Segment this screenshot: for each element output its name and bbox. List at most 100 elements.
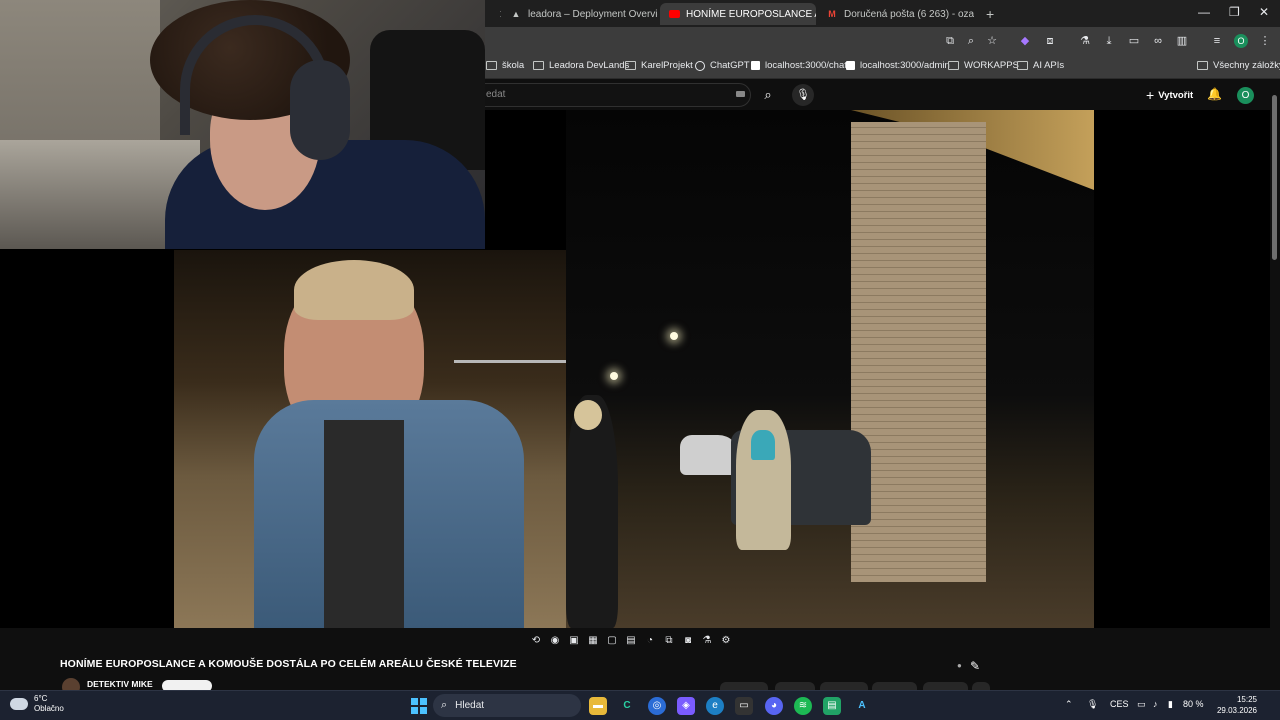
folder-icon	[948, 61, 959, 70]
tab-label: leadora – Deployment Overview	[528, 8, 658, 20]
copilot-icon[interactable]: C	[618, 697, 636, 715]
edit-pencil-icon[interactable]: ✎	[970, 659, 980, 673]
street-lamp	[670, 332, 678, 340]
channel-name[interactable]: DETEKTIV MIKE	[87, 679, 153, 689]
bookmark-star-icon[interactable]: ☆	[985, 34, 999, 48]
railing	[454, 360, 566, 363]
folder-icon	[533, 61, 544, 70]
app-green-icon[interactable]: ▤	[823, 697, 841, 715]
clapper-icon[interactable]: ▦	[587, 635, 599, 647]
extension-diamond-icon[interactable]: ◆	[1018, 34, 1032, 48]
tab-gmail[interactable]: M Doručená pošta (6 263) - ozaig ✕	[818, 3, 974, 25]
monitor-icon[interactable]: ▭	[1137, 699, 1146, 710]
pip-icon[interactable]: ⧉	[663, 635, 675, 647]
link-icon[interactable]: ∞	[1151, 34, 1165, 48]
folder-icon	[1017, 61, 1028, 70]
speed-icon[interactable]: ◔	[644, 635, 656, 647]
create-button[interactable]: + Vytvořit	[1146, 87, 1193, 103]
app-icon[interactable]: ◈	[677, 697, 695, 715]
window-icon[interactable]: ▤	[625, 635, 637, 647]
spotify-icon[interactable]: ≋	[794, 697, 812, 715]
bookmark-skola[interactable]: škola	[486, 60, 524, 71]
side-panel-icon[interactable]: ▥	[1175, 34, 1189, 48]
media-queue-icon[interactable]: ≡	[1210, 34, 1224, 48]
search-button[interactable]: ⌕	[755, 83, 781, 107]
zoom-icon[interactable]: ⌕	[964, 34, 978, 48]
menu-dots-icon[interactable]: ⋮	[1258, 34, 1272, 48]
video-frame-left	[174, 250, 566, 628]
bookmark-label: ChatGPT	[710, 60, 750, 71]
tab-leadora[interactable]: ▲ leadora – Deployment Overview ✕	[502, 3, 658, 25]
all-bookmarks[interactable]: Všechny záložky	[1197, 60, 1280, 71]
bookmark-label: AI APIs	[1033, 60, 1065, 71]
app-a-icon[interactable]: A	[853, 697, 871, 715]
mic-icon: 🎙	[796, 89, 810, 101]
dark-shirt	[324, 420, 404, 628]
loop-icon[interactable]: ⟲	[530, 635, 542, 647]
download-icon[interactable]: ⤓	[1102, 34, 1116, 48]
mic-icon[interactable]: 🎙	[1087, 699, 1098, 710]
screenshot-icon[interactable]: ⧉	[943, 34, 957, 48]
edge-icon[interactable]: e	[706, 697, 724, 715]
close-icon[interactable]: ✕	[493, 8, 501, 21]
backpack	[751, 430, 775, 460]
bookmark-workapps[interactable]: WORKAPPS	[948, 60, 1019, 71]
taskbar-search-label: Hledat	[455, 700, 485, 711]
create-label: Vytvořit	[1158, 89, 1194, 101]
battery-percent[interactable]: 80 %	[1183, 699, 1204, 709]
scrollbar-thumb[interactable]	[1272, 95, 1277, 260]
tab-label: HONÍME EUROPOSLANCE A	[686, 8, 816, 20]
gear-icon[interactable]: ⚙	[720, 635, 732, 647]
voice-search-button[interactable]: 🎙	[792, 84, 814, 106]
volume-icon[interactable]: ♪	[1153, 699, 1158, 709]
keyboard-icon[interactable]	[736, 91, 745, 97]
cast-icon[interactable]: ▭	[1127, 34, 1141, 48]
bookmark-localhost-admin[interactable]: localhost:3000/admin	[846, 60, 950, 71]
youtube-avatar[interactable]: O	[1237, 87, 1254, 104]
bookmark-localhost-chat[interactable]: localhost:3000/chat	[751, 60, 847, 71]
tab-overflow-close[interactable]: ✕	[485, 3, 501, 25]
bookmark-label: Leadora DevLands	[549, 60, 630, 71]
vercel-icon: ▲	[511, 9, 521, 19]
gmail-icon: M	[828, 9, 836, 19]
extensions-puzzle-icon[interactable]: ⧈	[1043, 34, 1057, 48]
close-window-icon[interactable]: ✕	[1259, 5, 1269, 19]
bookmark-label: localhost:3000/admin	[860, 60, 950, 71]
terminal-icon[interactable]: ▭	[735, 697, 753, 715]
tab-youtube-video[interactable]: HONÍME EUROPOSLANCE A 🔊 ✕	[660, 3, 816, 25]
profile-avatar[interactable]: O	[1234, 34, 1248, 48]
frame-icon[interactable]: ▢	[606, 635, 618, 647]
status-dot-icon: ●	[957, 661, 962, 670]
folder-icon	[625, 61, 636, 70]
man-hair	[294, 260, 414, 320]
bookmark-leadora-devlands[interactable]: Leadora DevLands	[533, 60, 629, 71]
broadcast-icon[interactable]: ◉	[549, 635, 561, 647]
flask-icon[interactable]: ⚗	[701, 635, 713, 647]
folder-icon	[486, 61, 497, 70]
new-tab-button[interactable]: +	[978, 3, 998, 25]
video-frame-right	[566, 110, 1094, 628]
notifications-bell-icon[interactable]: 🔔	[1207, 87, 1222, 101]
restore-icon[interactable]: ❐	[1229, 5, 1240, 19]
language-indicator[interactable]: CES	[1110, 699, 1129, 709]
screenshot-icon[interactable]: ◙	[682, 635, 694, 647]
chrome-icon[interactable]: ◎	[648, 697, 666, 715]
bookmark-chatgpt[interactable]: ChatGPT	[695, 60, 750, 71]
start-button[interactable]	[411, 698, 427, 714]
camera-icon[interactable]: ▣	[568, 635, 580, 647]
bookmark-label: KarelProjekt	[641, 60, 693, 71]
minimize-icon[interactable]: —	[1198, 5, 1210, 19]
bookmark-karelprojekt[interactable]: KarelProjekt	[625, 60, 693, 71]
system-clock[interactable]: 15:25 29.03.2026	[1215, 694, 1257, 716]
weather-desc: Oblačno	[34, 704, 64, 713]
taskbar-search[interactable]: ⌕ Hledat	[433, 694, 581, 717]
weather-widget[interactable]: 6°C Oblačno	[10, 694, 64, 714]
chevron-up-icon[interactable]: ⌃	[1065, 699, 1073, 710]
battery-icon[interactable]: ▮	[1168, 699, 1173, 710]
discord-icon[interactable]: ◕	[765, 697, 783, 715]
bookmark-ai-apis[interactable]: AI APIs	[1017, 60, 1064, 71]
file-explorer-icon[interactable]: ▬	[589, 697, 607, 715]
search-input[interactable]: edat	[475, 83, 751, 107]
flask-icon[interactable]: ⚗	[1078, 34, 1092, 48]
chatgpt-icon	[695, 60, 705, 71]
